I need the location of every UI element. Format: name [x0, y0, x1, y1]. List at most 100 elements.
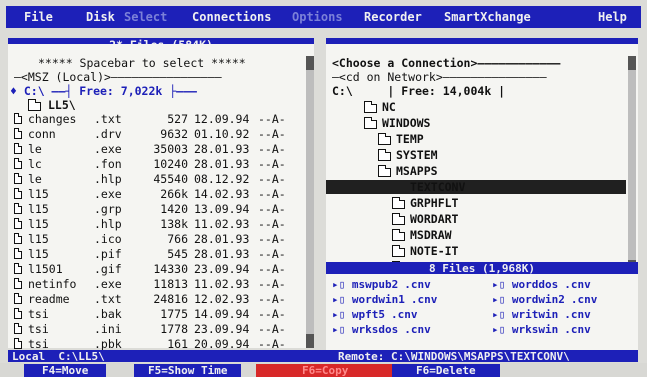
- file-attr: --A-: [258, 172, 286, 186]
- file-date: 28.01.93: [194, 232, 250, 246]
- remote-path: Remote: C:\WINDOWS\MSAPPS\TEXTCONV\: [338, 350, 570, 363]
- tree-node[interactable]: WORDART: [410, 212, 458, 226]
- current-folder[interactable]: LL5\: [48, 98, 76, 112]
- file-ext: .txt: [94, 112, 122, 126]
- menu-select[interactable]: Select: [124, 10, 167, 24]
- file-name: wordwin1: [351, 293, 405, 306]
- remote-file-item[interactable]: ▸▯ mswpub2 .cnv: [332, 278, 431, 291]
- file-row[interactable]: l15 .exe 266k 14.02.93 --A-: [8, 187, 304, 201]
- file-icon: [14, 278, 22, 289]
- f6-delete-key[interactable]: F6=Delete: [392, 364, 500, 377]
- file-row[interactable]: l1501 .gif 14330 23.09.94 --A-: [8, 262, 304, 276]
- file-row[interactable]: readme .txt 24816 12.02.93 --A-: [8, 292, 304, 306]
- tree-node[interactable]: NC: [382, 100, 396, 114]
- file-name: worddos: [511, 278, 559, 291]
- select-hint: ***** Spacebar to select *****: [38, 56, 246, 70]
- folder-icon: [378, 133, 391, 145]
- file-row[interactable]: l15 .ico 766 28.01.93 --A-: [8, 232, 304, 246]
- file-ext: .drv: [94, 127, 122, 141]
- remote-file-item[interactable]: ▸▯ wrkswin .cnv: [492, 323, 591, 336]
- file-ext: .cnv: [564, 323, 591, 336]
- file-attr: --A-: [258, 142, 286, 156]
- file-attr: --A-: [258, 277, 286, 291]
- file-row[interactable]: le .exe 35003 28.01.93 --A-: [8, 142, 304, 156]
- file-attr: --A-: [258, 187, 286, 201]
- file-row[interactable]: l15 .grp 1420 13.09.94 --A-: [8, 202, 304, 216]
- file-name: wrksdos: [351, 323, 399, 336]
- tree-node[interactable]: NOTE-IT: [410, 244, 458, 258]
- file-row[interactable]: tsi .pbk 161 20.09.94 --A-: [8, 337, 304, 351]
- tree-node[interactable]: GRPHFLT: [410, 196, 458, 210]
- file-row[interactable]: tsi .bak 1775 14.09.94 --A-: [8, 307, 304, 321]
- remote-file-item[interactable]: ▸▯ wpft5 .cnv: [332, 308, 418, 321]
- menu-disk[interactable]: Disk: [86, 10, 115, 24]
- file-row[interactable]: l15 .pif 545 28.01.93 --A-: [8, 247, 304, 261]
- file-row[interactable]: netinfo .exe 11813 11.02.93 --A-: [8, 277, 304, 291]
- tree-node[interactable]: MSDRAW: [410, 228, 452, 242]
- function-key-bar: F4=Move F5=Show Time F6=Copy F6=Delete: [0, 363, 647, 377]
- file-row[interactable]: lc .fon 10240 28.01.93 --A-: [8, 157, 304, 171]
- menu-options[interactable]: Options: [292, 10, 343, 24]
- menu-file[interactable]: File: [24, 10, 53, 24]
- file-icon: [14, 113, 22, 124]
- file-icon: [14, 128, 22, 139]
- local-drive-line[interactable]: ♦ C:\ ——┤ Free: 7,022k ├———: [10, 84, 197, 98]
- file-date: 23.09.94: [194, 322, 250, 336]
- file-name: l15: [28, 187, 49, 201]
- remote-file-item[interactable]: ▸▯ wrksdos .cnv: [332, 323, 431, 336]
- file-icon: [14, 338, 22, 349]
- file-attr: --A-: [258, 217, 286, 231]
- tree-node[interactable]: MSAPPS: [396, 164, 438, 178]
- scroll-down-arrow-icon[interactable]: [306, 334, 314, 348]
- file-row[interactable]: changes .txt 527 12.09.94 --A-: [8, 112, 304, 126]
- status-bar: Local C:\LL5\ Remote: C:\WINDOWS\MSAPPS\…: [8, 350, 638, 363]
- remote-file-item[interactable]: ▸▯ wordwin2 .cnv: [492, 293, 597, 306]
- choose-connection[interactable]: <Choose a Connection>————————————: [332, 56, 560, 70]
- remote-file-item[interactable]: ▸▯ writwin .cnv: [492, 308, 591, 321]
- file-ext: .cnv: [404, 323, 431, 336]
- file-ext: .fon: [94, 157, 122, 171]
- right-scrollbar[interactable]: [628, 56, 636, 274]
- tree-node[interactable]: SYSTEM: [396, 148, 438, 162]
- file-size: 545: [167, 247, 188, 261]
- remote-drive-line[interactable]: C:\ | Free: 14,004k |: [332, 84, 505, 98]
- menu-bar: File Disk Select Connections Options Rec…: [6, 6, 641, 28]
- f6-copy-key[interactable]: F6=Copy: [256, 364, 395, 377]
- remote-file-item[interactable]: ▸▯ wordwin1 .cnv: [332, 293, 437, 306]
- file-size: 24816: [153, 292, 188, 306]
- file-name: wrkswin: [511, 323, 559, 336]
- file-size: 138k: [160, 217, 188, 231]
- file-date: 13.09.94: [194, 202, 250, 216]
- file-name: lc: [28, 157, 42, 171]
- file-icon: [14, 248, 22, 259]
- menu-help[interactable]: Help: [598, 10, 627, 24]
- file-name: wpft5: [351, 308, 385, 321]
- tree-node[interactable]: WINDOWS: [382, 116, 430, 130]
- left-pane: ***** Spacebar to select ***** —<MSZ (Lo…: [8, 44, 314, 351]
- file-ext: .cnv: [391, 308, 418, 321]
- f5-show-time-key[interactable]: F5=Show Time: [134, 364, 242, 377]
- file-ext: .cnv: [404, 278, 431, 291]
- file-icon: ▸▯: [332, 323, 352, 336]
- lantastic-file-transfer-window: File Disk Select Connections Options Rec…: [0, 0, 647, 377]
- file-name: writwin: [511, 308, 559, 321]
- file-row[interactable]: le .hlp 45540 08.12.92 --A-: [8, 172, 304, 186]
- file-icon: ▸▯: [492, 293, 512, 306]
- scroll-up-arrow-icon[interactable]: [628, 56, 636, 70]
- file-date: 14.02.93: [194, 187, 250, 201]
- remote-file-item[interactable]: ▸▯ worddos .cnv: [492, 278, 591, 291]
- file-row[interactable]: conn .drv 9632 01.10.92 --A-: [8, 127, 304, 141]
- menu-connections[interactable]: Connections: [192, 10, 271, 24]
- tree-node[interactable]: TEXTCONV: [326, 180, 626, 194]
- folder-icon: [378, 165, 391, 177]
- f4-move-key[interactable]: F4=Move: [24, 364, 107, 377]
- left-scrollbar[interactable]: [306, 56, 314, 348]
- file-name: wordwin2: [511, 293, 565, 306]
- scroll-up-arrow-icon[interactable]: [306, 56, 314, 70]
- file-row[interactable]: tsi .ini 1778 23.09.94 --A-: [8, 322, 304, 336]
- menu-recorder[interactable]: Recorder: [364, 10, 422, 24]
- file-icon: [14, 293, 22, 304]
- menu-smartxchange[interactable]: SmartXchange: [444, 10, 531, 24]
- file-row[interactable]: l15 .hlp 138k 11.02.93 --A-: [8, 217, 304, 231]
- tree-node[interactable]: TEMP: [396, 132, 424, 146]
